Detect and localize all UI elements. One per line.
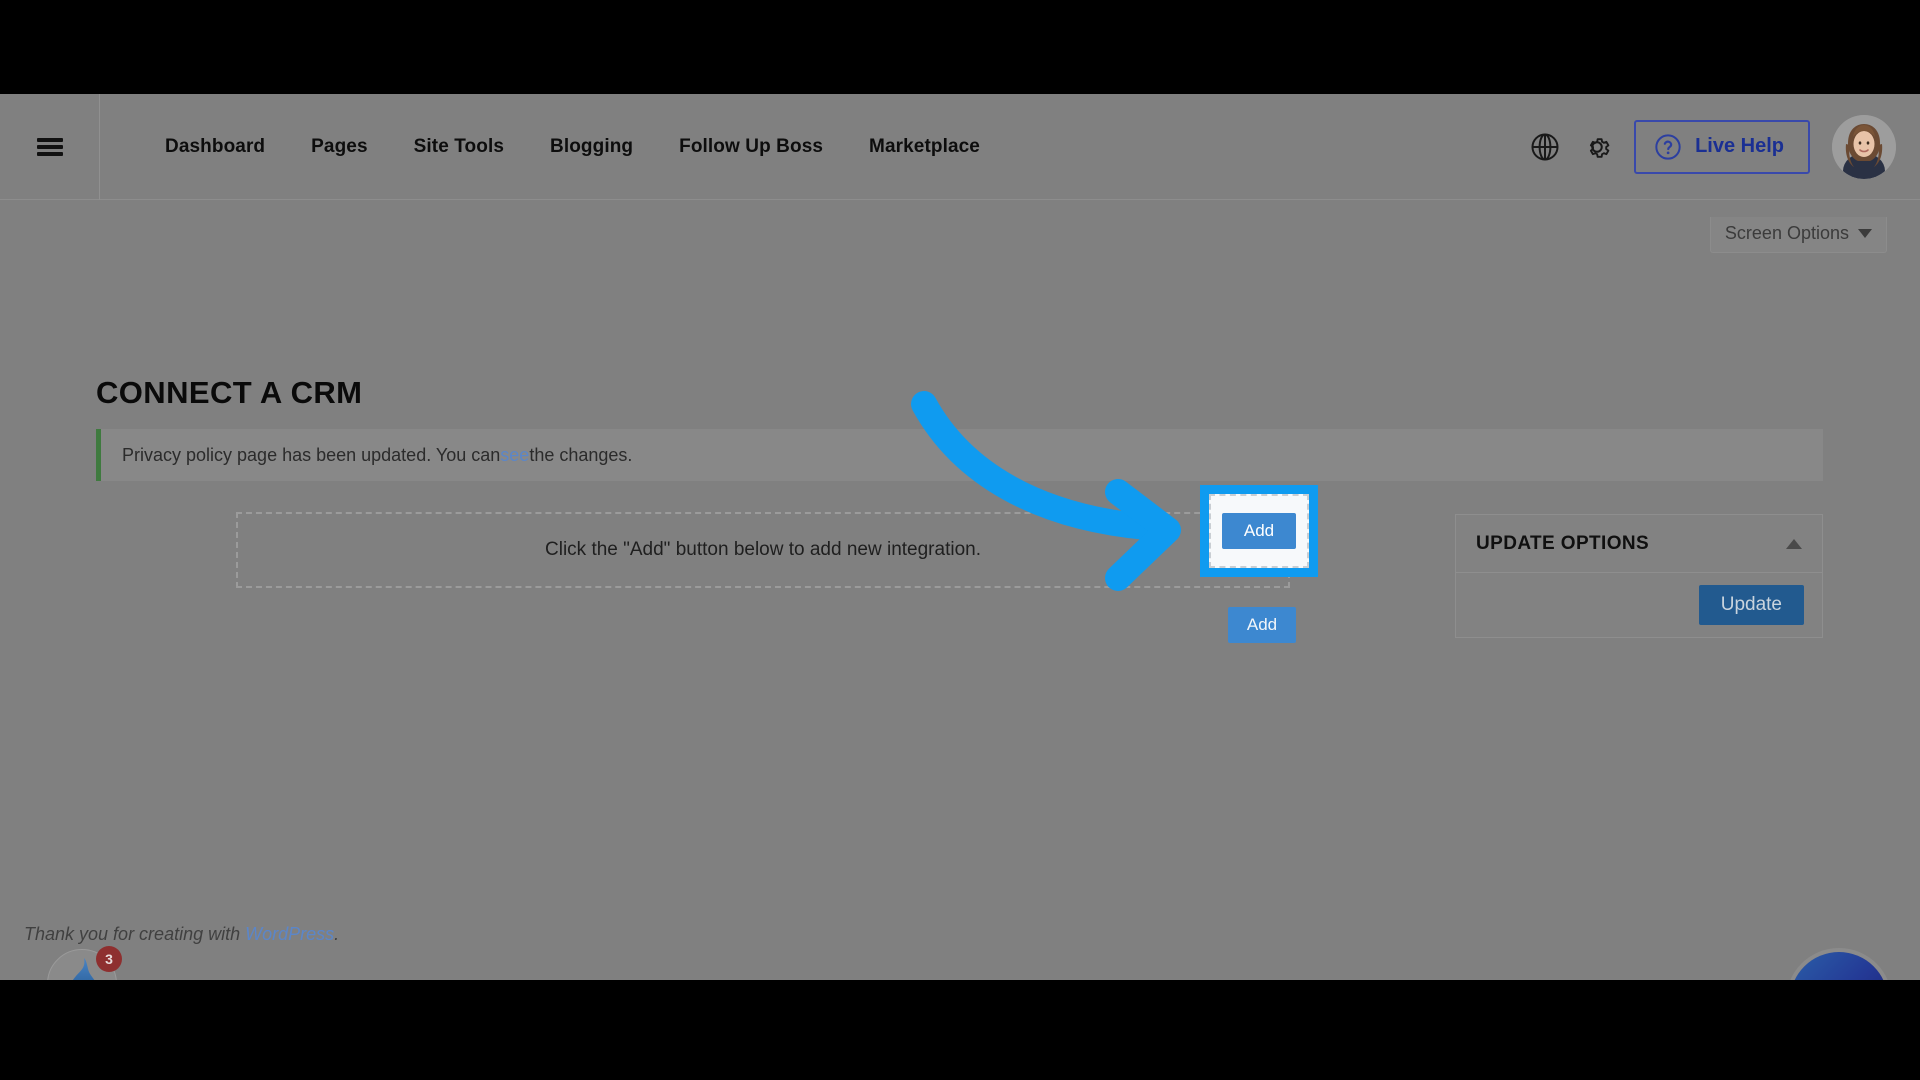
globe-icon[interactable]: [1530, 132, 1560, 162]
add-button-highlight[interactable]: Add: [1200, 485, 1318, 577]
update-options-body: Update: [1456, 573, 1822, 637]
header-actions: Live Help: [1530, 114, 1920, 179]
hamburger-bar: [36, 151, 63, 156]
chevron-down-icon: [1858, 229, 1872, 238]
notice-text-after: the changes.: [529, 444, 633, 465]
credit-text-after: .: [334, 924, 340, 944]
nav-item-site-tools[interactable]: Site Tools: [391, 136, 527, 158]
update-options-header[interactable]: UPDATE OPTIONS: [1456, 515, 1822, 573]
integrations-empty-state: Click the "Add" button below to add new …: [236, 512, 1290, 588]
update-options-panel: UPDATE OPTIONS Update: [1455, 514, 1823, 638]
privacy-policy-notice: Privacy policy page has been updated. Yo…: [96, 429, 1823, 481]
hamburger-menu-icon[interactable]: [0, 94, 100, 200]
notification-badge: 3: [96, 946, 122, 972]
nav-item-pages[interactable]: Pages: [288, 136, 390, 158]
highlighted-add-button-label[interactable]: Add: [1221, 513, 1297, 549]
user-avatar[interactable]: [1832, 114, 1896, 179]
main-navigation: Dashboard Pages Site Tools Blogging Foll…: [100, 136, 1003, 158]
notice-see-link[interactable]: see: [500, 445, 529, 466]
credit-text-before: Thank you for creating with: [24, 924, 246, 944]
application-viewport: Dashboard Pages Site Tools Blogging Foll…: [0, 94, 1920, 980]
nav-item-follow-up-boss[interactable]: Follow Up Boss: [656, 136, 846, 158]
add-button[interactable]: Add: [1228, 607, 1296, 643]
hamburger-bar: [36, 144, 63, 149]
add-button-highlight-inner: Add: [1209, 494, 1309, 568]
screen-options-label: Screen Options: [1724, 223, 1849, 243]
nav-item-blogging[interactable]: Blogging: [527, 136, 656, 158]
update-options-title: UPDATE OPTIONS: [1476, 532, 1650, 554]
live-help-button[interactable]: Live Help: [1634, 119, 1810, 174]
wordpress-link[interactable]: WordPress: [245, 924, 334, 944]
flame-droplet-icon[interactable]: 3: [47, 946, 122, 980]
notice-text-before: Privacy policy page has been updated. Yo…: [122, 444, 501, 465]
screen-options-toggle[interactable]: Screen Options: [1709, 217, 1887, 253]
update-button[interactable]: Update: [1698, 585, 1804, 625]
page-title: CONNECT A CRM: [96, 375, 363, 410]
sparkle-chat-icon[interactable]: [1790, 952, 1888, 980]
avatar-photo: [1832, 114, 1896, 179]
hamburger-bar: [36, 137, 63, 142]
gear-icon[interactable]: [1582, 132, 1612, 162]
question-mark-circle-icon: [1655, 133, 1681, 160]
wordpress-credit: Thank you for creating with WordPress.: [24, 924, 339, 945]
nav-item-dashboard[interactable]: Dashboard: [142, 136, 288, 158]
live-help-label: Live Help: [1695, 135, 1784, 157]
screen-options-row: Screen Options: [0, 200, 1920, 266]
screenshot-root: Dashboard Pages Site Tools Blogging Foll…: [0, 0, 1920, 1080]
admin-header: Dashboard Pages Site Tools Blogging Foll…: [0, 94, 1920, 200]
nav-item-marketplace[interactable]: Marketplace: [846, 136, 1003, 158]
sparkle-glyph: [1811, 973, 1867, 980]
chevron-up-icon[interactable]: [1786, 538, 1802, 549]
empty-state-text: Click the "Add" button below to add new …: [545, 539, 981, 560]
